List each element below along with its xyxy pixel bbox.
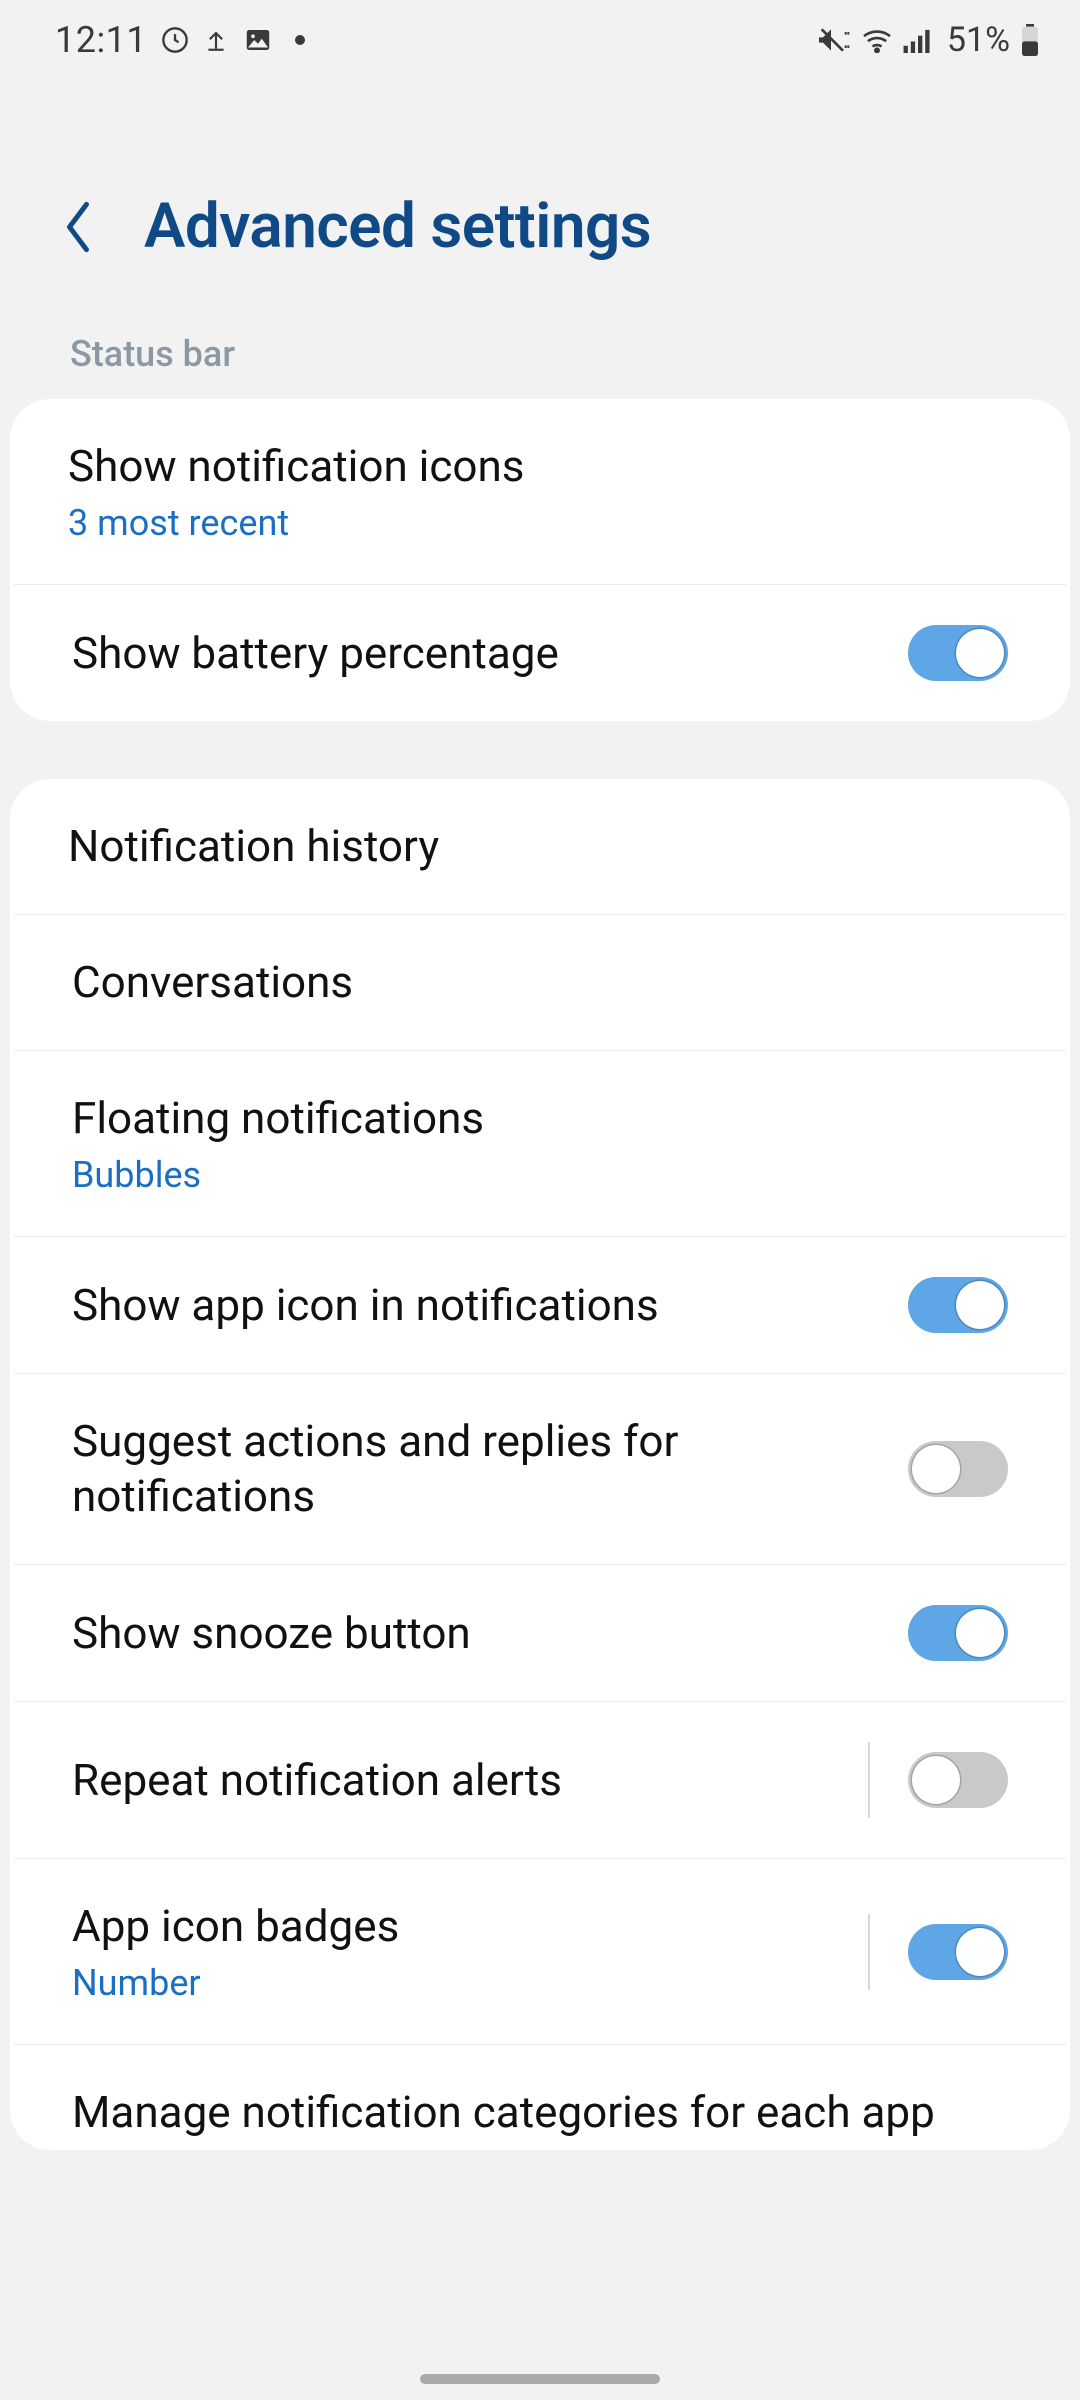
- row-floating-notifications[interactable]: Floating notifications Bubbles: [14, 1050, 1066, 1236]
- gesture-nav-pill[interactable]: [420, 2374, 660, 2384]
- toggle-repeat-alerts[interactable]: [908, 1752, 1008, 1808]
- toggle-app-icon-badges[interactable]: [908, 1924, 1008, 1980]
- section-header-status-bar: Status bar: [0, 333, 1080, 399]
- row-title: Conversations: [72, 955, 1008, 1010]
- status-right: 51%: [819, 20, 1040, 60]
- upload-icon: [203, 25, 229, 55]
- vertical-divider: [868, 1742, 870, 1818]
- signal-icon: [903, 27, 933, 53]
- toggle-show-battery-percentage[interactable]: [908, 625, 1008, 681]
- row-title: Show notification icons: [68, 439, 1012, 494]
- row-title: Show app icon in notifications: [72, 1278, 878, 1333]
- status-left: 12:11: [55, 19, 305, 61]
- page-header: Advanced settings: [0, 80, 1080, 333]
- vibrate-mute-icon: [819, 26, 851, 54]
- row-subtitle: Bubbles: [72, 1154, 1008, 1196]
- card-notifications: Notification history Conversations Float…: [10, 779, 1070, 2150]
- row-show-snooze[interactable]: Show snooze button: [14, 1564, 1066, 1701]
- row-notification-history[interactable]: Notification history: [10, 779, 1070, 914]
- row-show-battery-percentage[interactable]: Show battery percentage: [14, 584, 1066, 721]
- row-show-app-icon[interactable]: Show app icon in notifications: [14, 1236, 1066, 1373]
- status-time: 12:11: [55, 19, 147, 61]
- vertical-divider: [868, 1914, 870, 1990]
- row-conversations[interactable]: Conversations: [14, 914, 1066, 1050]
- more-notifications-dot-icon: [295, 35, 305, 45]
- clock-icon: [161, 26, 189, 54]
- toggle-show-app-icon[interactable]: [908, 1277, 1008, 1333]
- row-show-notification-icons[interactable]: Show notification icons 3 most recent: [10, 399, 1070, 584]
- row-subtitle: Number: [72, 1962, 838, 2004]
- picture-icon: [243, 25, 273, 55]
- row-repeat-alerts[interactable]: Repeat notification alerts: [14, 1701, 1066, 1858]
- row-manage-categories[interactable]: Manage notification categories for each …: [14, 2044, 1066, 2150]
- page-title: Advanced settings: [144, 190, 651, 263]
- system-status-bar: 12:11 51%: [0, 0, 1080, 80]
- battery-percentage-text: 51%: [947, 20, 1010, 60]
- row-title: Show battery percentage: [72, 626, 878, 681]
- chevron-left-icon: [61, 198, 95, 256]
- row-subtitle: 3 most recent: [68, 502, 1012, 544]
- wifi-icon: [861, 27, 893, 53]
- row-title: Manage notification categories for each …: [72, 2085, 1008, 2140]
- toggle-show-snooze[interactable]: [908, 1605, 1008, 1661]
- row-title: Show snooze button: [72, 1606, 878, 1661]
- row-title: Notification history: [68, 819, 1012, 874]
- row-title: Floating notifications: [72, 1091, 1008, 1146]
- row-suggest-actions[interactable]: Suggest actions and replies for notifica…: [14, 1373, 1066, 1564]
- back-button[interactable]: [56, 196, 100, 258]
- row-title: App icon badges: [72, 1899, 838, 1954]
- card-status-bar: Show notification icons 3 most recent Sh…: [10, 399, 1070, 721]
- row-title: Suggest actions and replies for notifica…: [72, 1414, 878, 1524]
- row-app-icon-badges[interactable]: App icon badges Number: [14, 1858, 1066, 2044]
- toggle-suggest-actions[interactable]: [908, 1441, 1008, 1497]
- battery-icon: [1020, 24, 1040, 56]
- row-title: Repeat notification alerts: [72, 1753, 838, 1808]
